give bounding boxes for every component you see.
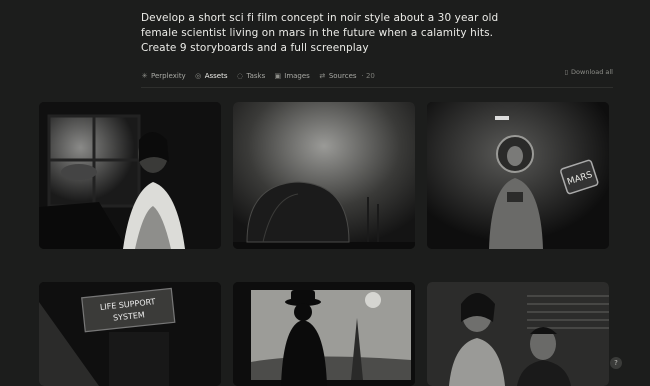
storyboard-card-astronaut[interactable]: MARS xyxy=(427,102,609,249)
tab-label: Sources xyxy=(328,72,357,80)
tab-sources[interactable]: ⇄ Sources · 20 xyxy=(319,69,375,83)
tasks-icon: ◌ xyxy=(236,71,244,80)
tab-bar: ✳ Perplexity ◎ Assets ◌ Tasks ▣ Images ⇄… xyxy=(141,66,384,88)
tab-label: Perplexity xyxy=(151,72,186,80)
tab-images[interactable]: ▣ Images xyxy=(274,69,310,83)
tab-label: Images xyxy=(284,72,310,80)
assets-icon: ◎ xyxy=(195,71,202,80)
perplexity-icon: ✳ xyxy=(141,71,148,80)
tab-label: Assets xyxy=(204,72,228,80)
images-icon: ▣ xyxy=(274,71,282,80)
prompt-text: Develop a short sci fi film concept in n… xyxy=(141,11,499,56)
tab-assets[interactable]: ◎ Assets xyxy=(192,69,230,88)
storyboard-card-man-in-hat[interactable] xyxy=(233,282,415,386)
tab-perplexity[interactable]: ✳ Perplexity xyxy=(141,69,186,83)
tab-tasks[interactable]: ◌ Tasks xyxy=(236,69,265,83)
help-button[interactable]: ? xyxy=(610,357,622,369)
prompt-line: Create 9 storyboards and a full screenpl… xyxy=(141,42,369,54)
download-all-button[interactable]: ▯ Download all xyxy=(564,68,613,76)
download-label: Download all xyxy=(571,68,613,76)
storyboard-card-life-support[interactable]: LIFE SUPPORT SYSTEM xyxy=(39,282,221,386)
prompt-line: Develop a short sci fi film concept in n… xyxy=(141,12,499,24)
tab-label: Tasks xyxy=(246,72,266,80)
prompt-line: female scientist living on mars in the f… xyxy=(141,27,494,39)
sources-count: · 20 xyxy=(361,72,375,80)
divider xyxy=(141,87,613,88)
storyboard-card-dome-in-storm[interactable] xyxy=(233,102,415,249)
storyboard-card-interior[interactable] xyxy=(427,282,609,386)
storyboard-card-woman-at-window[interactable] xyxy=(39,102,221,249)
download-icon: ▯ xyxy=(564,68,569,76)
sources-icon: ⇄ xyxy=(319,71,326,80)
